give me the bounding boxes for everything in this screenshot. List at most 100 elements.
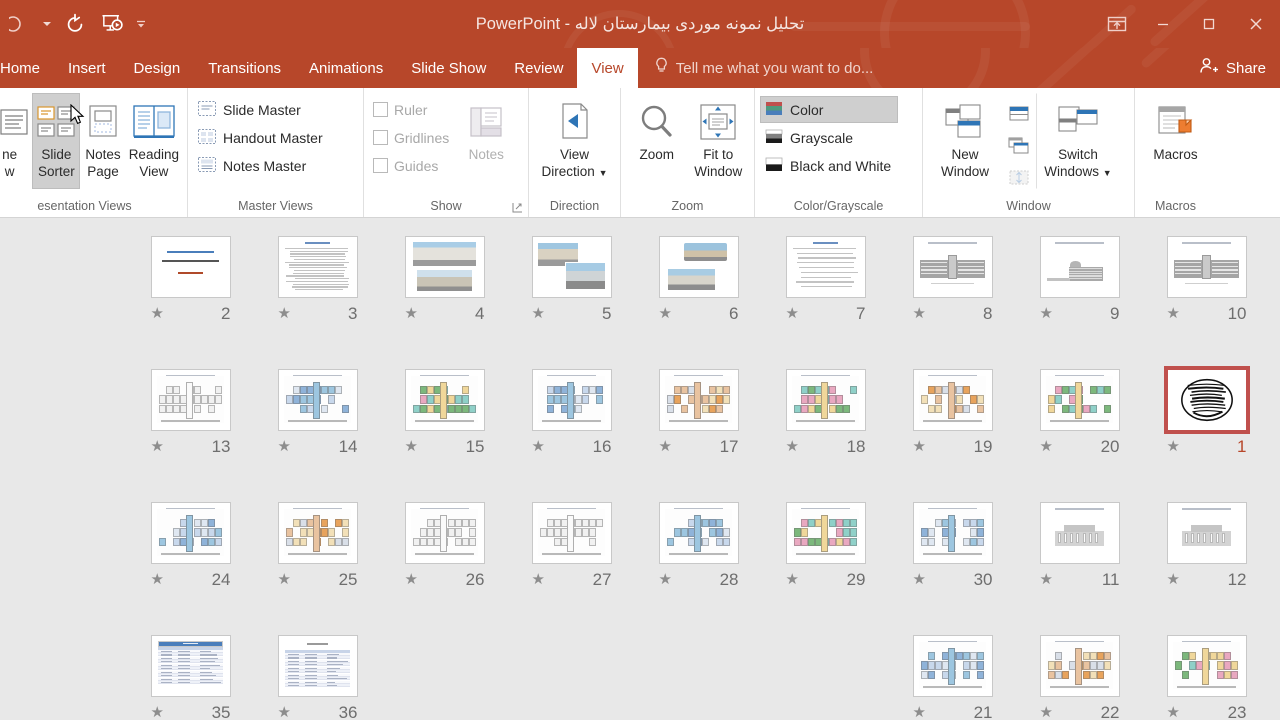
slide-thumbnail-24[interactable]: ★ 24 <box>127 498 254 631</box>
slide-thumbnail-21[interactable]: ★ 21 <box>889 631 1016 719</box>
slide-sorter-pane[interactable]: ★ 10 ★ 9 ★ 8 ★ 7 ★ 6 ★ 5 ★ 4 ★ 3 ★ 2 ★ 1 ★ 20 ★ 19 ★ 18 ★ 17 ★ 16 ★ 15 ★… <box>0 218 1280 719</box>
cascade-button[interactable] <box>1002 131 1036 161</box>
slide-thumbnail-13[interactable]: ★ 13 <box>127 365 254 498</box>
slide-thumbnail-30[interactable]: ★ 30 <box>889 498 1016 631</box>
animation-star-icon[interactable]: ★ <box>659 572 672 587</box>
slide-thumbnail-image[interactable] <box>658 236 739 298</box>
slide-thumbnail-image[interactable] <box>404 236 485 298</box>
animation-star-icon[interactable]: ★ <box>532 439 545 454</box>
autosave-toggle-icon[interactable] <box>0 4 38 44</box>
qat-more-icon[interactable] <box>132 4 150 44</box>
fit-to-window-button[interactable]: Fit to Window <box>688 93 750 189</box>
slide-thumbnail-image[interactable] <box>150 236 231 298</box>
slide-thumbnail-image[interactable] <box>912 236 993 298</box>
slide-thumbnail-image[interactable] <box>277 635 358 697</box>
slide-thumbnail-17[interactable]: ★ 17 <box>635 365 762 498</box>
guides-checkbox[interactable]: Guides <box>369 152 456 179</box>
animation-star-icon[interactable]: ★ <box>278 306 291 321</box>
tab-insert[interactable]: Insert <box>54 48 120 88</box>
new-window-button[interactable]: New Window <box>928 93 1002 189</box>
ruler-checkbox[interactable]: Ruler <box>369 96 456 123</box>
animation-star-icon[interactable]: ★ <box>1040 306 1053 321</box>
slide-thumbnail-image[interactable] <box>785 502 866 564</box>
slide-thumbnail-image[interactable] <box>785 236 866 298</box>
slide-master-button[interactable]: Slide Master <box>193 96 330 123</box>
slide-thumbnail-23[interactable]: ★ 23 <box>1143 631 1270 719</box>
animation-star-icon[interactable]: ★ <box>913 572 926 587</box>
animation-star-icon[interactable]: ★ <box>786 572 799 587</box>
slide-thumbnail-image[interactable] <box>1166 236 1247 298</box>
slide-thumbnail-image[interactable] <box>658 502 739 564</box>
slide-thumbnail-2[interactable]: ★ 2 <box>127 232 254 365</box>
tab-view[interactable]: View <box>577 48 638 88</box>
notes-button[interactable]: Notes <box>456 93 516 177</box>
animation-star-icon[interactable]: ★ <box>151 572 164 587</box>
slide-thumbnail-15[interactable]: ★ 15 <box>381 365 508 498</box>
slide-thumbnail-1[interactable]: ★ 1 <box>1143 365 1270 498</box>
slide-thumbnail-image[interactable] <box>1166 502 1247 564</box>
animation-star-icon[interactable]: ★ <box>151 705 164 719</box>
slide-thumbnail-22[interactable]: ★ 22 <box>1016 631 1143 719</box>
slide-thumbnail-image[interactable] <box>785 369 866 431</box>
slide-thumbnail-3[interactable]: ★ 3 <box>254 232 381 365</box>
slide-thumbnail-16[interactable]: ★ 16 <box>508 365 635 498</box>
slide-thumbnail-image[interactable] <box>531 236 612 298</box>
animation-star-icon[interactable]: ★ <box>1167 439 1180 454</box>
slide-thumbnail-image[interactable] <box>1039 502 1120 564</box>
slide-thumbnail-image[interactable] <box>277 502 358 564</box>
slide-thumbnail-image[interactable] <box>1039 236 1120 298</box>
slide-thumbnail-36[interactable]: ★ 36 <box>254 631 381 719</box>
slide-thumbnail-image[interactable] <box>277 369 358 431</box>
slide-thumbnail-25[interactable]: ★ 25 <box>254 498 381 631</box>
slide-thumbnail-image[interactable] <box>912 369 993 431</box>
reading-view-button[interactable]: Reading View <box>126 93 182 189</box>
animation-star-icon[interactable]: ★ <box>1167 572 1180 587</box>
animation-star-icon[interactable]: ★ <box>786 306 799 321</box>
zoom-button[interactable]: Zoom <box>626 93 688 189</box>
start-presentation-icon[interactable] <box>94 4 132 44</box>
black-and-white-button[interactable]: Black and White <box>760 152 898 179</box>
close-button[interactable] <box>1232 0 1280 48</box>
animation-star-icon[interactable]: ★ <box>532 572 545 587</box>
slide-thumbnail-28[interactable]: ★ 28 <box>635 498 762 631</box>
undo-icon[interactable] <box>56 4 94 44</box>
slide-thumbnail-9[interactable]: ★ 9 <box>1016 232 1143 365</box>
animation-star-icon[interactable]: ★ <box>1167 705 1180 719</box>
animation-star-icon[interactable]: ★ <box>913 705 926 719</box>
outline-view-button[interactable]: ne w <box>0 93 32 189</box>
animation-star-icon[interactable]: ★ <box>913 439 926 454</box>
animation-star-icon[interactable]: ★ <box>786 439 799 454</box>
show-dialog-launcher-icon[interactable] <box>512 202 524 214</box>
slide-thumbnail-29[interactable]: ★ 29 <box>762 498 889 631</box>
slide-thumbnail-image[interactable] <box>1163 366 1250 434</box>
animation-star-icon[interactable]: ★ <box>659 439 672 454</box>
animation-star-icon[interactable]: ★ <box>278 572 291 587</box>
restore-button[interactable] <box>1186 0 1232 48</box>
animation-star-icon[interactable]: ★ <box>405 572 418 587</box>
tab-design[interactable]: Design <box>120 48 195 88</box>
slide-thumbnail-8[interactable]: ★ 8 <box>889 232 1016 365</box>
slide-thumbnail-image[interactable] <box>404 502 485 564</box>
animation-star-icon[interactable]: ★ <box>1040 572 1053 587</box>
slide-thumbnail-image[interactable] <box>404 369 485 431</box>
ribbon-display-options-icon[interactable] <box>1094 0 1140 48</box>
tab-slide-show[interactable]: Slide Show <box>397 48 500 88</box>
share-button[interactable]: Share <box>1191 48 1274 88</box>
slide-thumbnail-image[interactable] <box>1039 635 1120 697</box>
slide-thumbnail-image[interactable] <box>531 502 612 564</box>
slide-thumbnail-image[interactable] <box>150 369 231 431</box>
slide-thumbnail-image[interactable] <box>150 502 231 564</box>
slide-thumbnail-35[interactable]: ★ 35 <box>127 631 254 719</box>
animation-star-icon[interactable]: ★ <box>278 439 291 454</box>
slide-thumbnail-image[interactable] <box>150 635 231 697</box>
tell-me-search[interactable]: Tell me what you want to do... <box>638 48 873 88</box>
macros-button[interactable]: Macros <box>1140 93 1211 189</box>
notes-page-button[interactable]: Notes Page <box>80 93 125 189</box>
arrange-all-button[interactable] <box>1002 99 1036 129</box>
view-direction-button[interactable]: View Direction ▼ <box>534 93 615 189</box>
animation-star-icon[interactable]: ★ <box>278 705 291 719</box>
slide-thumbnail-image[interactable] <box>912 635 993 697</box>
slide-thumbnail-10[interactable]: ★ 10 <box>1143 232 1270 365</box>
minimize-button[interactable] <box>1140 0 1186 48</box>
color-button[interactable]: Color <box>760 96 899 123</box>
